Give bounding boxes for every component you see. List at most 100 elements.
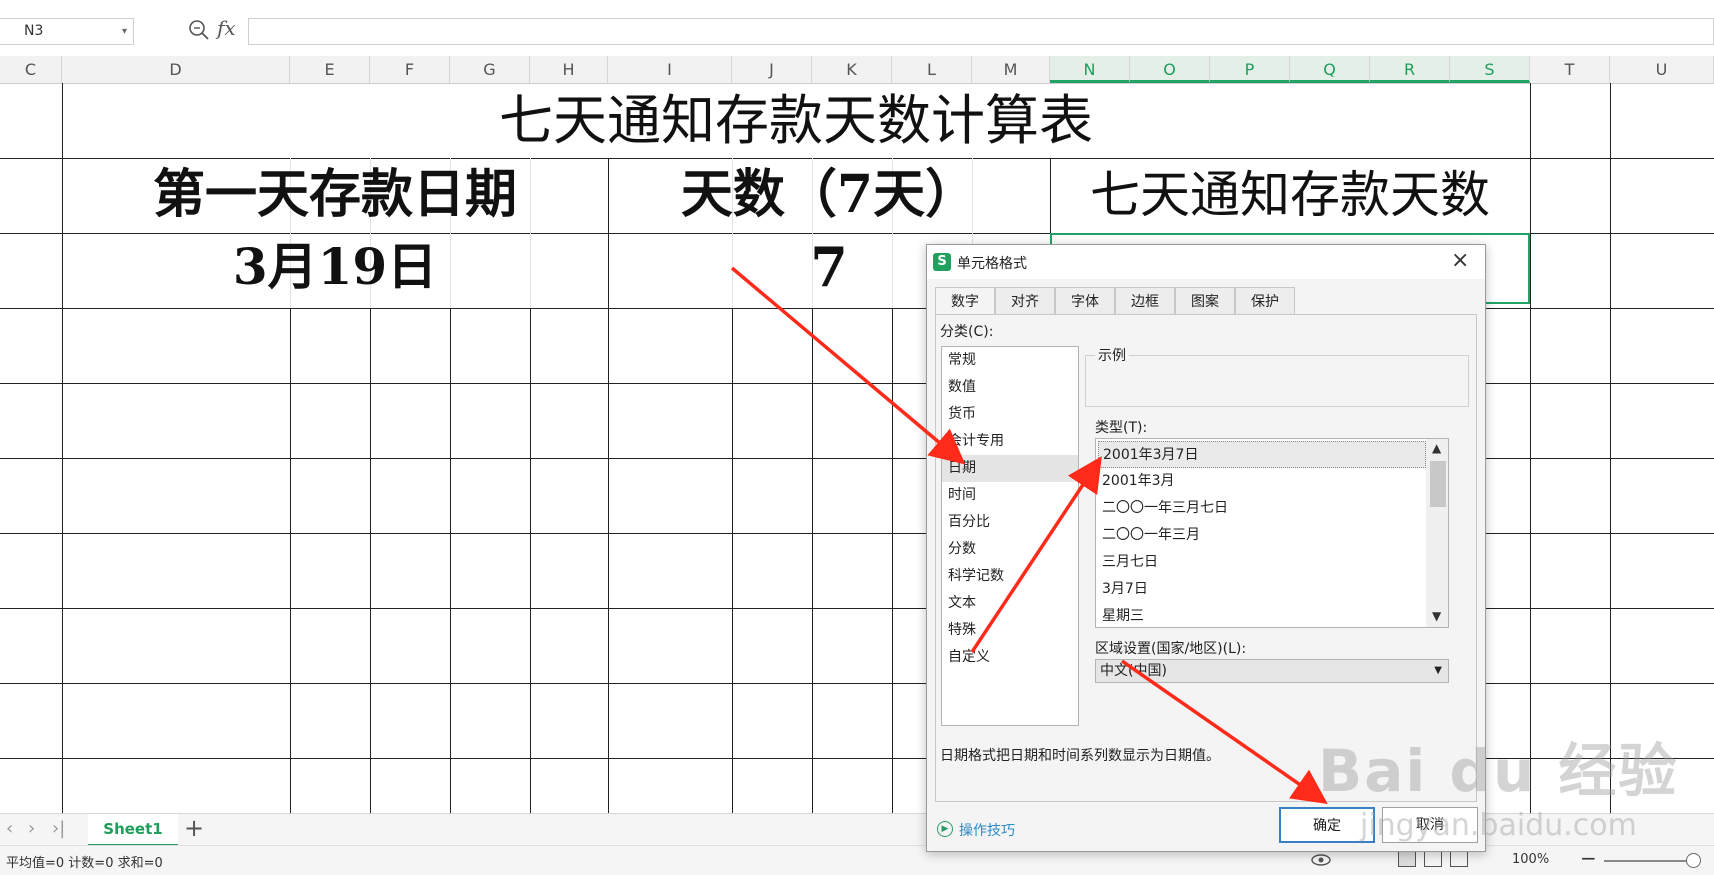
locale-select[interactable]: 中文(中国) ▼ [1095,659,1449,683]
category-label: 分类(C): [940,324,994,340]
list-item[interactable]: 货币 [942,401,1078,428]
page-layout-icon[interactable] [1424,851,1442,867]
header-notice-days[interactable]: 七天通知存款天数 [1050,161,1530,229]
col-line [892,308,893,813]
column-header-e[interactable]: E [290,56,370,83]
list-item[interactable]: 文本 [942,590,1078,617]
list-item[interactable]: 特殊 [942,617,1078,644]
list-item[interactable]: 星期三 [1098,603,1426,630]
column-header-r[interactable]: R [1370,56,1450,83]
sample-label: 示例 [1095,345,1129,365]
type-list[interactable]: ▲ ▼ 2001年3月7日 2001年3月 二〇〇一年三月七日 二〇〇一年三月 三月七日… [1095,438,1449,628]
column-header-t[interactable]: T [1530,56,1610,83]
column-header-m[interactable]: M [972,56,1050,83]
list-item[interactable]: 自定义 [942,644,1078,671]
list-item[interactable]: 3月7日 [1098,576,1426,603]
add-sheet-button[interactable]: + [184,814,204,842]
zoom-slider-thumb[interactable] [1686,853,1701,868]
column-header-s[interactable]: S [1450,56,1530,83]
chevron-down-icon[interactable]: ▾ [122,19,127,44]
list-item[interactable]: 常规 [942,347,1078,374]
scroll-thumb[interactable] [1430,461,1446,507]
tab-font[interactable]: 字体 [1055,287,1115,315]
column-header-n[interactable]: N [1050,56,1130,83]
format-description: 日期格式把日期和时间系列数显示为日期值。 [940,748,1220,764]
list-item[interactable]: 时间 [942,482,1078,509]
formula-bar: N3 ▾ fx [0,0,1714,57]
column-header-row: CDEFGHIJKLMNOPQRSTU [0,56,1714,84]
tab-number[interactable]: 数字 [935,287,995,317]
column-header-f[interactable]: F [370,56,450,83]
col-line [370,308,371,813]
scroll-down-icon[interactable]: ▼ [1432,609,1441,623]
column-header-g[interactable]: G [450,56,530,83]
list-item[interactable]: 日期 [942,455,1078,482]
close-icon[interactable]: × [1451,248,1469,273]
eye-icon[interactable] [1310,852,1332,868]
chevron-left-icon[interactable]: ‹ [6,818,13,839]
fx-icon[interactable]: fx [217,16,236,40]
value-start-date[interactable]: 3月19日 [62,233,608,301]
list-item[interactable]: 分数 [942,536,1078,563]
column-header-i[interactable]: I [608,56,732,83]
baidu-watermark: Bai du 经验 [1318,737,1679,805]
list-item[interactable]: 会计专用 [942,428,1078,455]
locale-value: 中文(中国) [1100,663,1167,679]
tab-protection[interactable]: 保护 [1235,287,1295,315]
column-header-h[interactable]: H [530,56,608,83]
row-line [0,158,1714,159]
sample-box [1085,355,1469,407]
list-item[interactable]: 科学记数 [942,563,1078,590]
column-header-d[interactable]: D [62,56,290,83]
column-header-u[interactable]: U [1610,56,1714,83]
column-header-q[interactable]: Q [1290,56,1370,83]
zoom-slider[interactable] [1604,860,1696,862]
wps-logo-icon: S [933,253,951,271]
tab-alignment[interactable]: 对齐 [995,287,1055,315]
col-line [1610,83,1611,813]
zoom-level[interactable]: 100% [1512,852,1549,867]
dialog-titlebar[interactable]: S 单元格格式 × [927,245,1485,279]
scroll-up-icon[interactable]: ▲ [1432,441,1441,455]
list-item[interactable]: 2001年3月 [1098,468,1426,495]
formula-input[interactable] [248,18,1714,45]
col-line [450,308,451,813]
list-item[interactable]: 百分比 [942,509,1078,536]
tips-link[interactable]: 操作技巧 [959,820,1015,840]
baidu-watermark-url: jingyan.baidu.com [1360,808,1637,843]
type-label: 类型(T): [1095,420,1148,436]
chevron-down-icon[interactable]: ▼ [1434,660,1442,682]
header-start-date[interactable]: 第一天存款日期 [62,161,608,229]
category-list[interactable]: 常规 数值 货币 会计专用 日期 时间 百分比 分数 科学记数 文本 特殊 自定义 [941,346,1079,726]
list-item[interactable]: 二〇〇一年三月 [1098,522,1426,549]
header-days[interactable]: 天数（7天） [608,161,1050,229]
column-header-j[interactable]: J [732,56,812,83]
sheet-tab-sheet1[interactable]: Sheet1 [88,814,178,846]
table-title[interactable]: 七天通知存款天数计算表 [62,87,1530,155]
normal-view-icon[interactable] [1398,851,1416,867]
name-box-value: N3 [24,23,44,39]
column-header-l[interactable]: L [892,56,972,83]
list-item[interactable]: 三月七日 [1098,549,1426,576]
list-item[interactable]: 二〇〇一年三月七日 [1098,495,1426,522]
list-item[interactable]: 2001年3月7日 [1098,441,1426,468]
tab-border[interactable]: 边框 [1115,287,1175,315]
zoom-icon[interactable] [188,19,210,41]
tips-icon[interactable]: ▶ [937,821,953,837]
status-summary: 平均值=0 计数=0 求和=0 [6,856,163,871]
chevron-right-icon[interactable]: › [28,818,35,839]
col-line [290,308,291,813]
column-header-c[interactable]: C [0,56,62,83]
column-header-k[interactable]: K [812,56,892,83]
zoom-out-icon[interactable]: − [1580,846,1597,870]
col-line [1530,83,1531,813]
locale-label: 区域设置(国家/地区)(L): [1095,641,1247,657]
list-item[interactable]: 数值 [942,374,1078,401]
col-line [530,308,531,813]
name-box[interactable]: N3 ▾ [0,18,134,45]
column-header-p[interactable]: P [1210,56,1290,83]
last-sheet-icon[interactable]: ›| [52,818,65,839]
tab-pattern[interactable]: 图案 [1175,287,1235,315]
page-break-icon[interactable] [1450,851,1468,867]
column-header-o[interactable]: O [1130,56,1210,83]
